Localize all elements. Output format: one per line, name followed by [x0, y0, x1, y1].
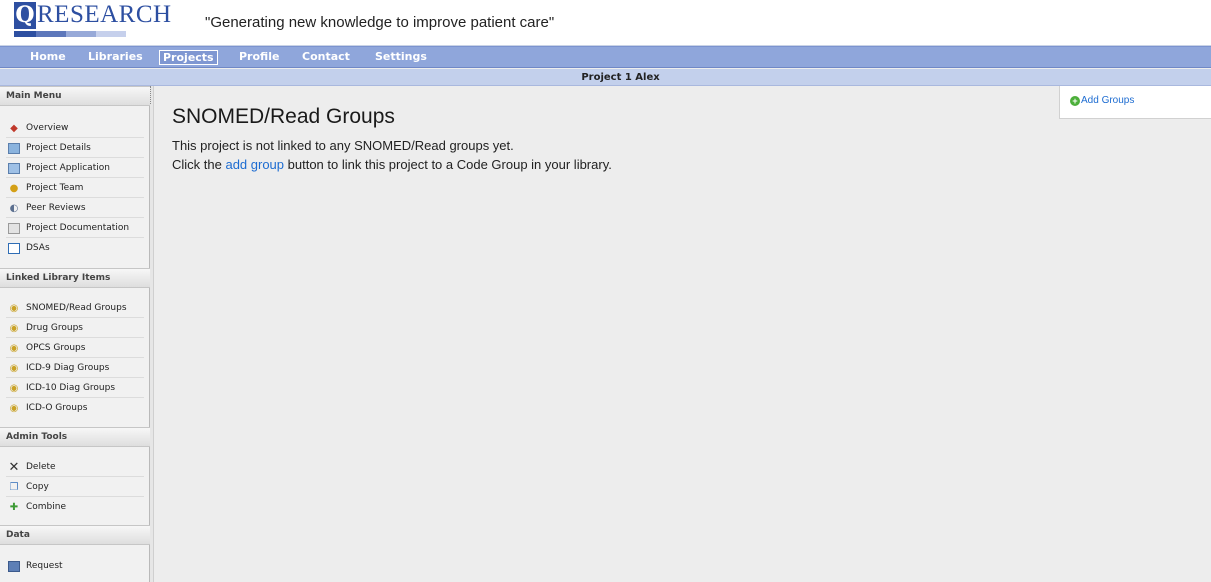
sidebar-item-label: Overview: [26, 123, 69, 133]
project-application-icon: [8, 163, 20, 174]
sidebar-item-label: Project Application: [26, 163, 110, 173]
sidebar-item-label: Drug Groups: [26, 323, 83, 333]
sidebar-item-opcs-groups[interactable]: ◉ OPCS Groups: [6, 339, 144, 358]
main-navbar: Home Libraries Projects Profile Contact …: [0, 46, 1211, 68]
sidebar-item-request[interactable]: Request: [6, 557, 144, 576]
sidebar-item-label: Project Documentation: [26, 223, 130, 233]
site-tagline: "Generating new knowledge to improve pat…: [205, 14, 555, 31]
copy-icon: ❐: [9, 482, 19, 493]
sidebar-item-label: DSAs: [26, 243, 50, 253]
sidebar-item-drug-groups[interactable]: ◉ Drug Groups: [6, 319, 144, 338]
add-groups-label: Add Groups: [1081, 95, 1135, 106]
main-content: SNOMED/Read Groups This project is not l…: [155, 86, 1059, 582]
sidebar-item-project-team[interactable]: ● Project Team: [6, 179, 144, 198]
sidebar-item-combine[interactable]: ✚ Combine: [6, 498, 144, 517]
nav-home[interactable]: Home: [27, 50, 69, 65]
sidebar-item-icd10-diag-groups[interactable]: ◉ ICD-10 Diag Groups: [6, 379, 144, 398]
instruction-suffix: button to link this project to a Code Gr…: [284, 157, 612, 172]
sidebar-item-dsas[interactable]: DSAs: [6, 239, 144, 258]
nav-projects[interactable]: Projects: [159, 50, 218, 65]
request-icon: [8, 561, 20, 572]
sidebar-item-copy[interactable]: ❐ Copy: [6, 478, 144, 497]
code-group-icon: ◉: [9, 363, 19, 374]
delete-icon: ✕: [8, 460, 20, 475]
instruction-prefix: Click the: [172, 157, 226, 172]
code-group-icon: ◉: [9, 403, 19, 414]
sidebar-item-snomed-read-groups[interactable]: ◉ SNOMED/Read Groups: [6, 299, 144, 318]
sidebar-item-peer-reviews[interactable]: ◐ Peer Reviews: [6, 199, 144, 218]
sidebar-item-icd9-diag-groups[interactable]: ◉ ICD-9 Diag Groups: [6, 359, 144, 378]
sidebar-item-project-documentation[interactable]: Project Documentation: [6, 219, 144, 238]
section-header-data: Data: [0, 525, 150, 545]
sidebar-item-label: Peer Reviews: [26, 203, 86, 213]
sidebar-item-label: Project Details: [26, 143, 91, 153]
nav-profile[interactable]: Profile: [236, 50, 282, 65]
add-group-link[interactable]: add group: [225, 157, 284, 172]
section-header-admin-tools: Admin Tools: [0, 427, 150, 447]
logo-wordmark: RESEARCH: [37, 1, 172, 28]
sidebar-item-icdo-groups[interactable]: ◉ ICD-O Groups: [6, 399, 144, 418]
code-group-icon: ◉: [9, 323, 19, 334]
sidebar: Main Menu ◆ Overview Project Details Pro…: [0, 86, 150, 582]
code-group-icon: ◉: [9, 383, 19, 394]
section-header-main-menu: Main Menu: [0, 86, 150, 106]
logo-bar-segment: [14, 31, 36, 37]
sidebar-item-label: Copy: [26, 482, 49, 492]
nav-settings[interactable]: Settings: [372, 50, 430, 65]
logo-bar-segment: [66, 31, 96, 37]
splitter-grip[interactable]: [150, 86, 153, 104]
dsa-icon: [8, 243, 20, 254]
overview-icon: ◆: [10, 123, 18, 134]
nav-libraries[interactable]: Libraries: [85, 50, 146, 65]
sidebar-item-project-application[interactable]: Project Application: [6, 159, 144, 178]
sidebar-item-label: ICD-O Groups: [26, 403, 88, 413]
sidebar-item-delete[interactable]: ✕ Delete: [6, 458, 144, 477]
code-group-icon: ◉: [9, 303, 19, 314]
sidebar-item-project-details[interactable]: Project Details: [6, 139, 144, 158]
nav-contact[interactable]: Contact: [299, 50, 353, 65]
add-groups-button[interactable]: + Add Groups: [1070, 95, 1134, 109]
section-header-linked-library: Linked Library Items: [0, 268, 150, 288]
site-header: Q RESEARCH "Generating new knowledge to …: [0, 0, 1211, 46]
sidebar-item-label: ICD-10 Diag Groups: [26, 383, 116, 393]
qresearch-logo[interactable]: Q RESEARCH: [14, 0, 171, 40]
sidebar-item-label: Request: [26, 561, 63, 571]
project-details-icon: [8, 143, 20, 154]
sidebar-item-label: Delete: [26, 462, 56, 472]
actions-panel: + Add Groups: [1059, 86, 1211, 119]
team-icon: ●: [9, 183, 19, 194]
logo-bar-segment: [36, 31, 66, 37]
add-circle-icon: +: [1070, 96, 1080, 106]
sidebar-item-label: SNOMED/Read Groups: [26, 303, 127, 313]
sidebar-item-label: ICD-9 Diag Groups: [26, 363, 110, 373]
combine-icon: ✚: [9, 502, 19, 513]
empty-state-message: This project is not linked to any SNOMED…: [172, 138, 514, 153]
logo-q-mark: Q: [14, 2, 36, 29]
sidebar-item-overview[interactable]: ◆ Overview: [6, 119, 144, 138]
logo-bar-segment: [96, 31, 126, 37]
project-title-bar: Project 1 Alex: [0, 69, 1211, 86]
code-group-icon: ◉: [9, 343, 19, 354]
peer-review-icon: ◐: [9, 203, 19, 214]
instruction-text: Click the add group button to link this …: [172, 157, 612, 172]
sidebar-item-label: Project Team: [26, 183, 84, 193]
document-icon: [8, 223, 20, 234]
sidebar-item-label: OPCS Groups: [26, 343, 86, 353]
page-title: SNOMED/Read Groups: [172, 105, 395, 128]
sidebar-item-label: Combine: [26, 502, 67, 512]
sidebar-splitter[interactable]: [150, 86, 154, 582]
